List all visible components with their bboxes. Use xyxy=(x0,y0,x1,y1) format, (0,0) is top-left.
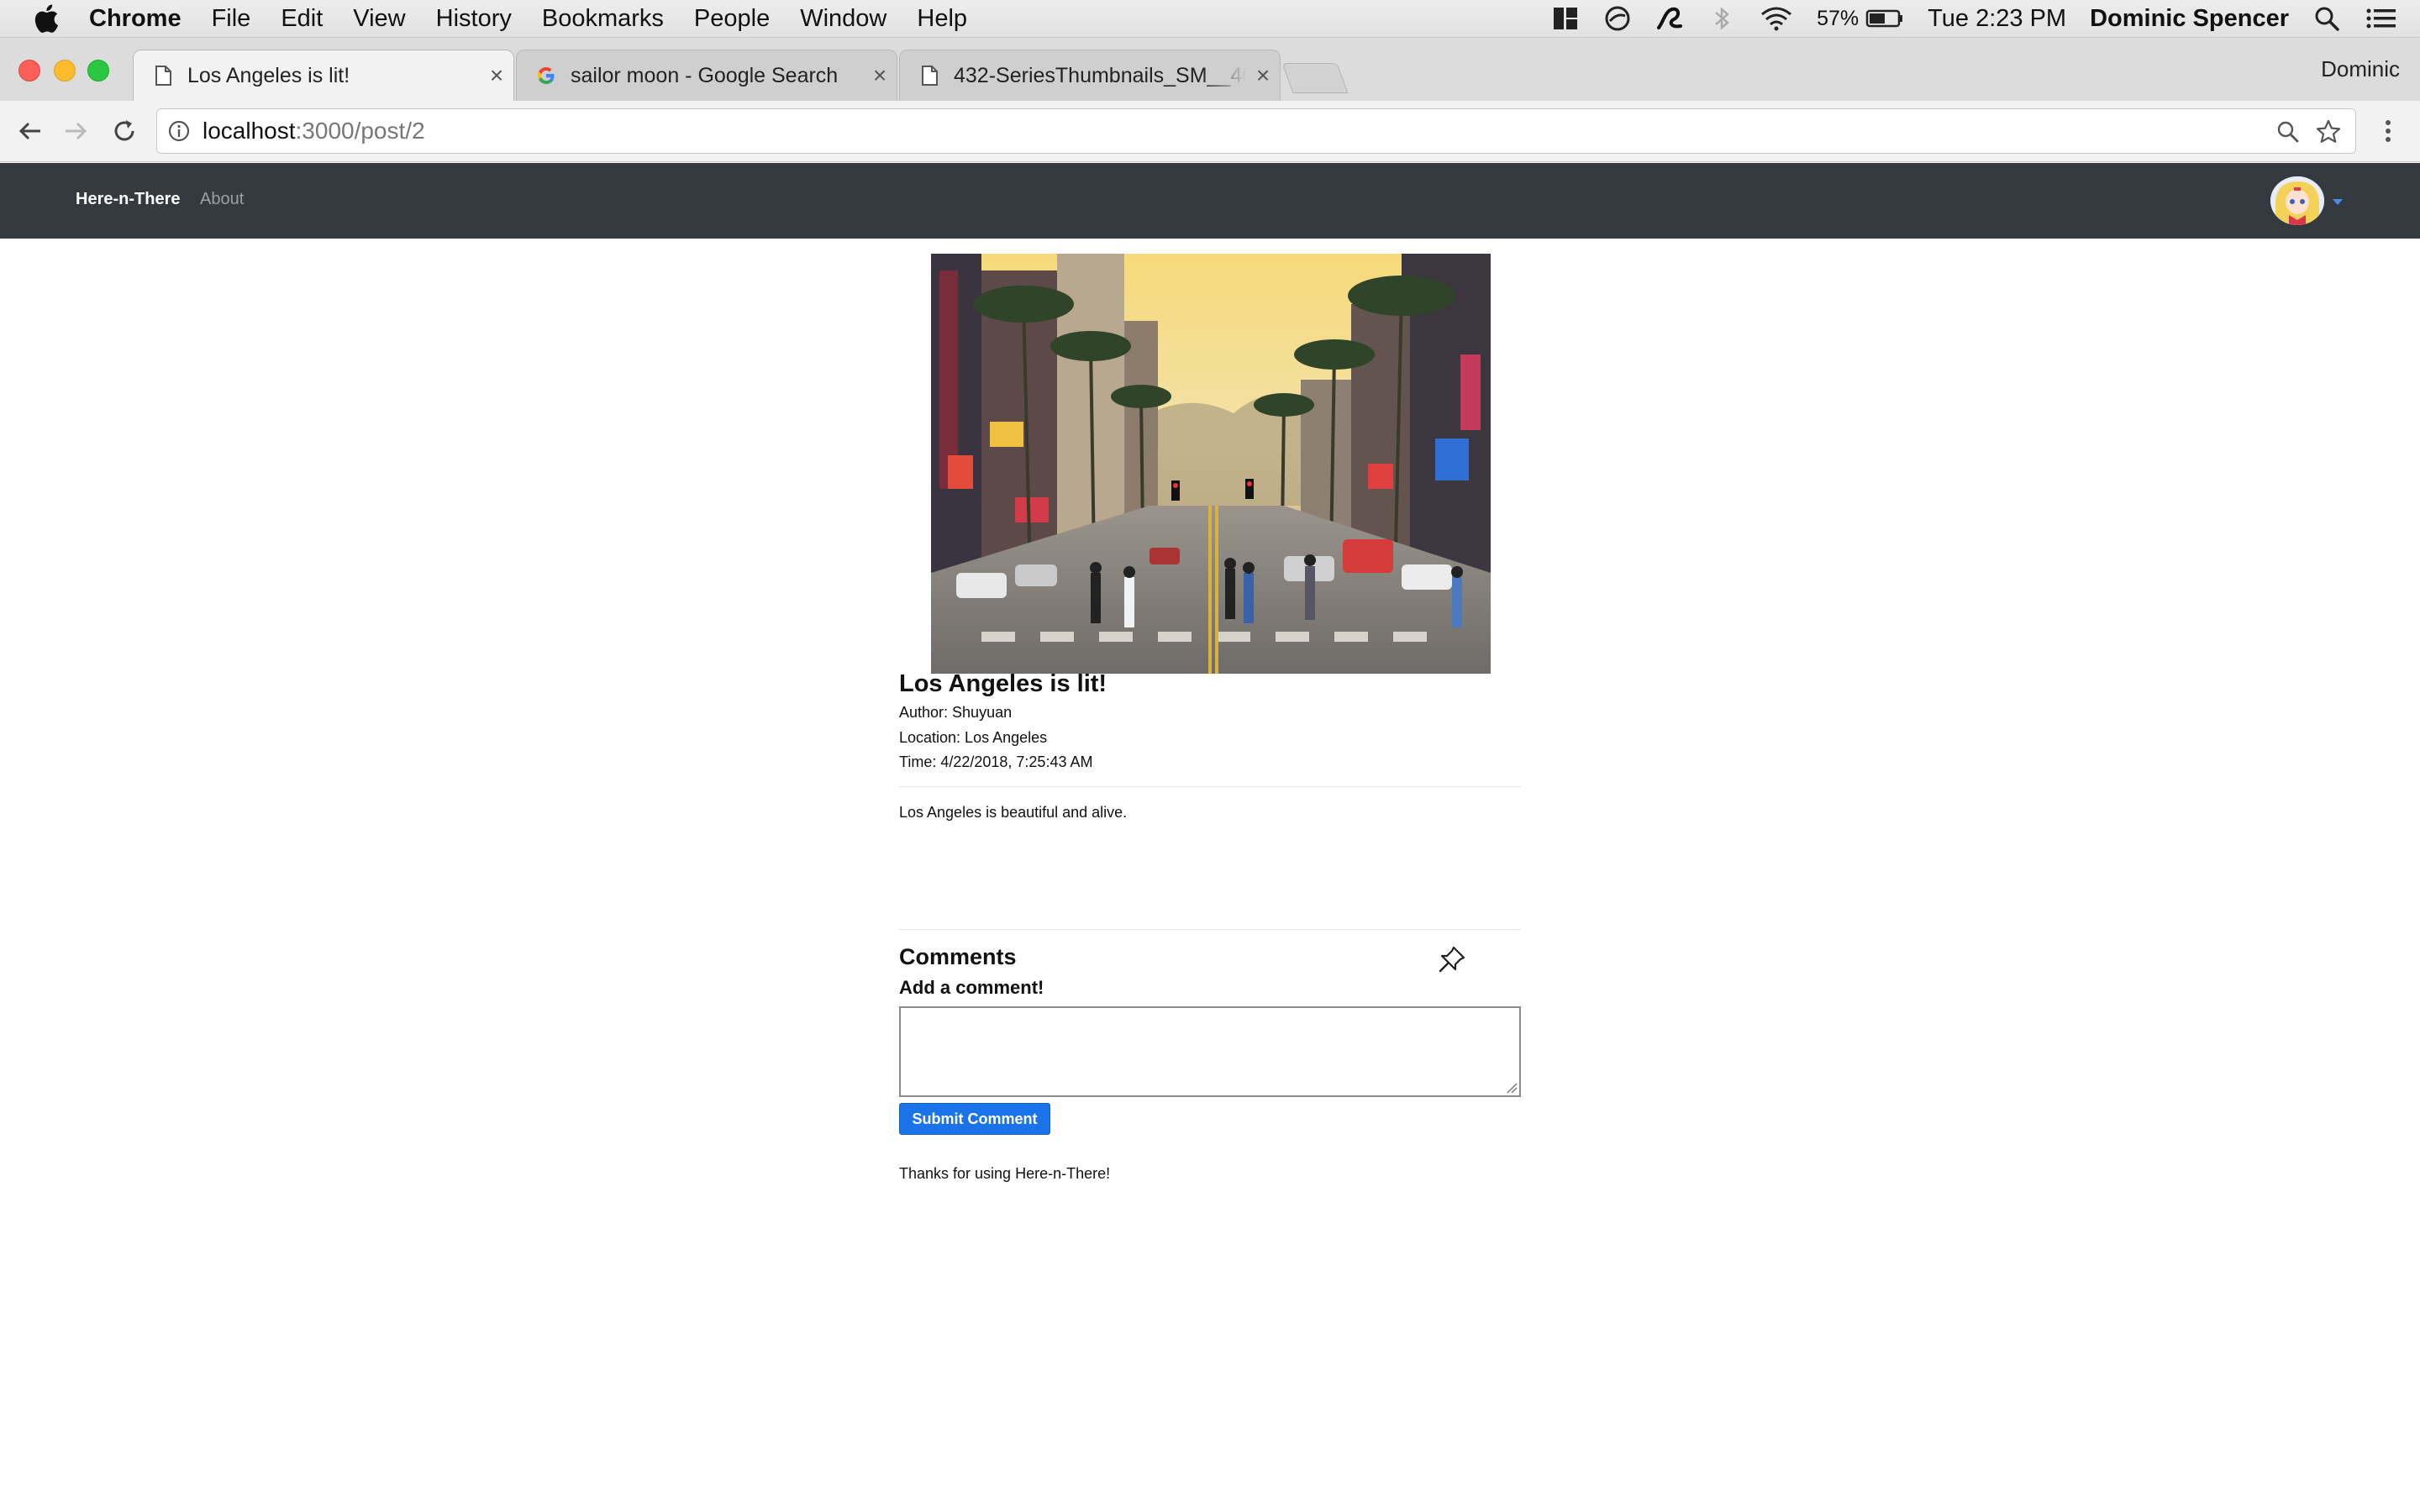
menu-people[interactable]: People xyxy=(694,5,770,33)
zoom-magnifier-icon[interactable] xyxy=(2276,120,2300,144)
new-tab-button[interactable] xyxy=(1281,63,1349,93)
page-icon xyxy=(155,66,171,86)
post-title: Los Angeles is lit! xyxy=(899,670,1107,697)
battery-percent: 57% xyxy=(1817,6,1860,30)
avatar-dropdown-caret-icon[interactable] xyxy=(2333,199,2343,205)
menu-help[interactable]: Help xyxy=(917,5,967,33)
post-time: Time: 4/22/2018, 7:25:43 AM xyxy=(899,753,1093,770)
chrome-menu-icon[interactable] xyxy=(2373,116,2403,146)
tab-title: sailor moon - Google Search xyxy=(571,63,839,87)
tab-title: 432-SeriesThumbnails_SM__40 xyxy=(954,63,1246,87)
script-icon[interactable] xyxy=(1655,4,1684,33)
post-photo xyxy=(931,254,1491,674)
url-path: :3000/post/2 xyxy=(295,118,425,144)
url-text: localhost:3000/post/2 xyxy=(203,118,425,144)
browser-toolbar: localhost:3000/post/2 xyxy=(0,101,2420,162)
menu-edit[interactable]: Edit xyxy=(281,5,323,33)
notification-list-icon[interactable] xyxy=(2365,4,2398,33)
post-body-text: Los Angeles is beautiful and alive. xyxy=(899,804,1128,821)
site-info-icon[interactable] xyxy=(167,119,191,143)
menu-file[interactable]: File xyxy=(212,5,251,33)
tab-close-icon[interactable]: × xyxy=(863,62,897,89)
nav-link-about[interactable]: About xyxy=(200,190,244,209)
comment-textarea[interactable] xyxy=(899,1006,1521,1097)
footer-text: Thanks for using Here-n-There! xyxy=(899,1165,1111,1182)
wifi-icon[interactable] xyxy=(1760,4,1793,33)
user-avatar-icon[interactable] xyxy=(2270,176,2324,225)
resize-grip-icon[interactable] xyxy=(1506,1082,1518,1094)
browser-tab-sailor-moon[interactable]: sailor moon - Google Search × xyxy=(516,50,897,101)
tab-close-icon[interactable]: × xyxy=(480,62,513,89)
browser-tab-los-angeles[interactable]: Los Angeles is lit! × xyxy=(133,50,514,101)
comments-heading: Comments xyxy=(899,944,1017,969)
menu-bar-clock[interactable]: Tue 2:23 PM xyxy=(1928,5,2066,33)
sync-circle-icon[interactable] xyxy=(1603,4,1632,33)
url-host: localhost xyxy=(203,118,296,144)
menu-bookmarks[interactable]: Bookmarks xyxy=(542,5,664,33)
google-g-icon xyxy=(538,67,555,84)
bluetooth-icon[interactable] xyxy=(1707,4,1736,33)
window-zoom-button[interactable] xyxy=(87,60,109,81)
reload-icon[interactable] xyxy=(109,116,139,146)
chrome-profile-name[interactable]: Dominic xyxy=(2321,56,2400,82)
browser-tab-series-thumbnails[interactable]: 432-SeriesThumbnails_SM__40 × xyxy=(899,50,1281,101)
battery-icon[interactable] xyxy=(1865,4,1904,33)
menu-bar-user-name[interactable]: Dominic Spencer xyxy=(2090,5,2289,33)
comments-divider xyxy=(899,929,1521,930)
menu-history[interactable]: History xyxy=(436,5,512,33)
post-location: Location: Los Angeles xyxy=(899,729,1048,746)
window-minimize-button[interactable] xyxy=(54,60,76,81)
add-comment-label: Add a comment! xyxy=(899,977,1044,998)
app-grid-icon[interactable] xyxy=(1551,4,1580,33)
tab-close-icon[interactable]: × xyxy=(1246,62,1280,89)
bookmark-star-icon[interactable] xyxy=(2315,118,2342,145)
browser-tab-strip: Los Angeles is lit! × sailor moon - Goog… xyxy=(0,38,2420,101)
menu-view[interactable]: View xyxy=(353,5,405,33)
site-navbar: Here-n-There About xyxy=(0,163,2420,239)
macos-menu-bar: Chrome File Edit View History Bookmarks … xyxy=(0,0,2420,38)
menu-bar-status-area: 57% Tue 2:23 PM Dominic Spencer xyxy=(1551,0,2420,37)
site-brand-link[interactable]: Here-n-There xyxy=(76,190,180,209)
pin-icon[interactable] xyxy=(1437,944,1467,974)
page-icon xyxy=(922,66,938,86)
forward-arrow-icon[interactable] xyxy=(60,116,91,146)
window-close-button[interactable] xyxy=(18,60,40,81)
menu-app-name[interactable]: Chrome xyxy=(89,5,182,33)
menu-window[interactable]: Window xyxy=(800,5,886,33)
address-bar[interactable]: localhost:3000/post/2 xyxy=(156,108,2356,154)
post-divider xyxy=(899,786,1521,787)
spotlight-search-icon[interactable] xyxy=(2312,4,2341,33)
submit-comment-button[interactable]: Submit Comment xyxy=(899,1103,1050,1135)
apple-icon[interactable] xyxy=(34,4,59,33)
tab-title: Los Angeles is lit! xyxy=(187,63,350,87)
post-author: Author: Shuyuan xyxy=(899,704,1013,721)
back-arrow-icon[interactable] xyxy=(15,116,45,146)
